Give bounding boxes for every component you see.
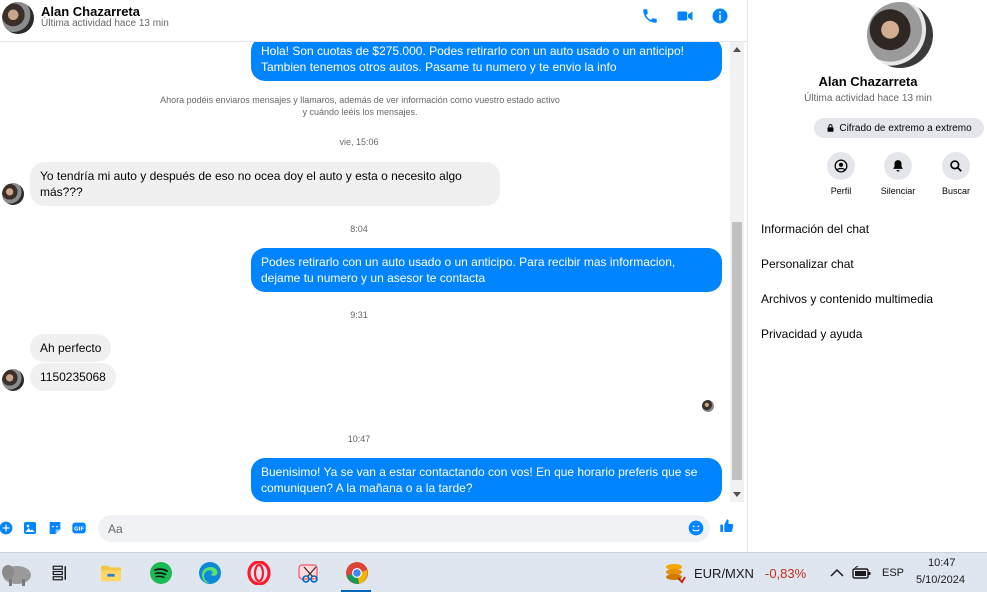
message-outgoing[interactable]: Podes retirarlo con un auto usado o un a… bbox=[251, 248, 722, 292]
conversation-details-panel: Alan Chazarreta Última actividad hace 13… bbox=[747, 0, 987, 552]
widgets-icon[interactable] bbox=[0, 559, 34, 587]
seen-indicator-avatar bbox=[702, 400, 714, 412]
opera-icon[interactable] bbox=[245, 559, 273, 587]
scroll-thumb[interactable] bbox=[732, 222, 742, 480]
profile-action[interactable]: Perfil bbox=[816, 152, 866, 196]
scroll-up-arrow-icon[interactable] bbox=[733, 47, 741, 52]
system-notice: Ahora podéis enviaros mensajes y llamaro… bbox=[160, 95, 560, 117]
timestamp: 8:04 bbox=[350, 224, 368, 234]
timestamp: vie, 15:06 bbox=[339, 137, 379, 147]
input-language[interactable]: ESP bbox=[882, 567, 904, 579]
timestamp: 10:47 bbox=[347, 434, 371, 444]
currency-pair[interactable]: EUR/MXN bbox=[694, 566, 754, 581]
clock-time[interactable]: 10:47 bbox=[928, 557, 956, 569]
profile-avatar[interactable] bbox=[867, 2, 933, 68]
search-action[interactable]: Buscar bbox=[931, 152, 981, 196]
message-incoming[interactable]: 1150235068 bbox=[30, 363, 116, 391]
scroll-down-arrow-icon[interactable] bbox=[733, 492, 741, 497]
contact-status: Última actividad hace 13 min bbox=[41, 18, 169, 29]
plus-icon[interactable] bbox=[0, 520, 14, 536]
message-list[interactable]: Hola! Son cuotas de $275.000. Podes reti… bbox=[0, 42, 730, 502]
profile-icon bbox=[834, 159, 848, 173]
menu-media-files[interactable]: Archivos y contenido multimedia bbox=[761, 292, 933, 306]
messenger-window: Alan Chazarreta Última actividad hace 13… bbox=[0, 0, 987, 552]
file-explorer-icon[interactable] bbox=[97, 559, 125, 587]
message-incoming[interactable]: Ah perfecto bbox=[30, 334, 112, 362]
phone-icon[interactable] bbox=[640, 6, 660, 26]
like-icon[interactable] bbox=[719, 518, 735, 534]
composer: GIF bbox=[0, 510, 747, 546]
chrome-icon[interactable] bbox=[343, 559, 371, 587]
avatar[interactable] bbox=[2, 2, 34, 34]
image-icon[interactable] bbox=[22, 520, 38, 536]
task-view-icon[interactable] bbox=[46, 559, 74, 587]
battery-icon[interactable] bbox=[850, 559, 874, 587]
action-label: Buscar bbox=[941, 186, 970, 196]
menu-chat-info[interactable]: Información del chat bbox=[761, 222, 869, 236]
spotify-icon[interactable] bbox=[147, 559, 175, 587]
mute-action[interactable]: Silenciar bbox=[873, 152, 923, 196]
avatar[interactable] bbox=[2, 183, 24, 205]
action-label: Perfil bbox=[830, 186, 852, 196]
svg-text:GIF: GIF bbox=[74, 527, 84, 533]
e2e-label: Cifrado de extremo a extremo bbox=[839, 122, 972, 134]
stocks-widget-icon[interactable] bbox=[660, 559, 688, 587]
taskbar: EUR/MXN -0,83% ESP 10:47 5/10/2024 bbox=[0, 552, 987, 592]
chevron-up-icon[interactable] bbox=[826, 559, 848, 587]
clock-date[interactable]: 5/10/2024 bbox=[916, 574, 965, 586]
edge-browser-icon[interactable] bbox=[196, 559, 224, 587]
profile-status: Última actividad hace 13 min bbox=[804, 93, 932, 104]
bell-icon bbox=[893, 160, 903, 172]
action-label: Silenciar bbox=[880, 186, 916, 196]
message-incoming[interactable]: Yo tendría mi auto y después de eso no o… bbox=[30, 162, 500, 206]
emoji-icon[interactable] bbox=[688, 520, 704, 536]
profile-name: Alan Chazarreta bbox=[818, 74, 918, 89]
lock-icon bbox=[827, 124, 834, 132]
info-icon[interactable] bbox=[710, 6, 730, 26]
avatar[interactable] bbox=[2, 369, 24, 391]
message-input[interactable] bbox=[98, 515, 710, 542]
timestamp: 9:31 bbox=[350, 310, 368, 320]
sticker-icon[interactable] bbox=[47, 520, 63, 536]
search-icon bbox=[950, 160, 962, 172]
menu-privacy-help[interactable]: Privacidad y ayuda bbox=[761, 327, 862, 341]
menu-customize-chat[interactable]: Personalizar chat bbox=[761, 257, 854, 271]
e2e-badge[interactable]: Cifrado de extremo a extremo bbox=[814, 118, 984, 138]
message-outgoing[interactable]: Hola! Son cuotas de $275.000. Podes reti… bbox=[251, 42, 722, 81]
message-scrollbar[interactable] bbox=[730, 42, 744, 502]
gif-icon[interactable]: GIF bbox=[71, 520, 87, 536]
video-call-icon[interactable] bbox=[675, 6, 695, 26]
chat-header: Alan Chazarreta Última actividad hace 13… bbox=[0, 0, 747, 42]
currency-change[interactable]: -0,83% bbox=[765, 566, 806, 581]
contact-name[interactable]: Alan Chazarreta bbox=[41, 4, 140, 19]
message-outgoing[interactable]: Buenisimo! Ya se van a estar contactando… bbox=[251, 458, 722, 502]
snipping-tool-icon[interactable] bbox=[295, 559, 323, 587]
